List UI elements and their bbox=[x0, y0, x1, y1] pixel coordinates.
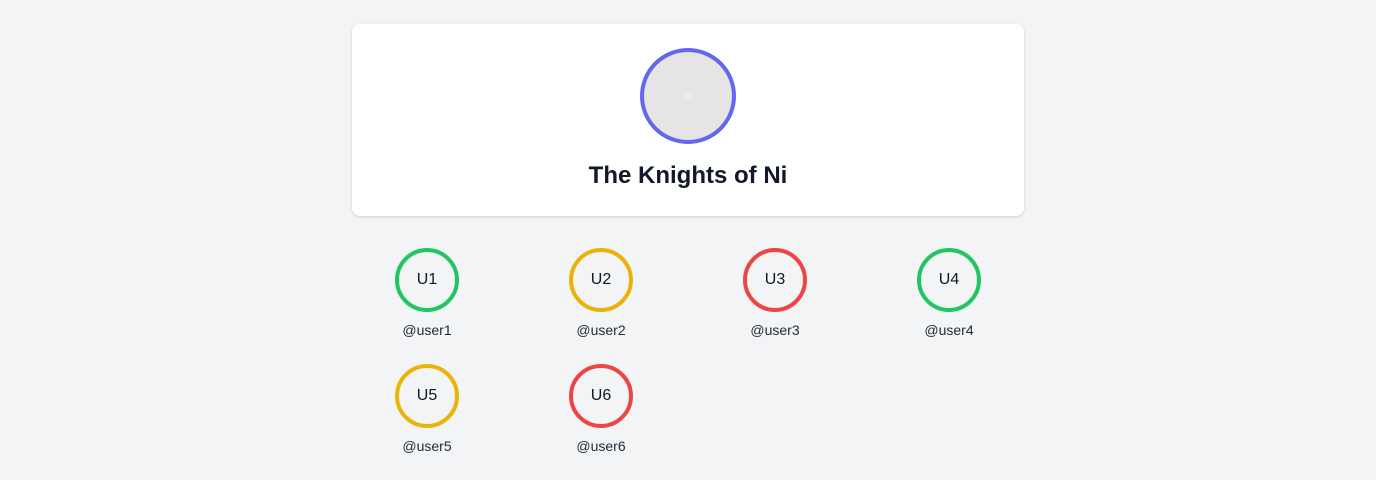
member-item[interactable]: U1 @user1 bbox=[340, 248, 514, 364]
member-avatar[interactable]: U4 bbox=[917, 248, 981, 312]
group-card: The Knights of Ni bbox=[352, 24, 1024, 216]
member-item[interactable]: U6 @user6 bbox=[514, 364, 688, 480]
member-item[interactable]: U2 @user2 bbox=[514, 248, 688, 364]
member-handle: @user6 bbox=[576, 438, 626, 454]
member-item[interactable]: U3 @user3 bbox=[688, 248, 862, 364]
member-item[interactable]: U5 @user5 bbox=[340, 364, 514, 480]
group-avatar[interactable] bbox=[640, 48, 736, 144]
member-avatar[interactable]: U1 bbox=[395, 248, 459, 312]
member-handle: @user5 bbox=[402, 438, 452, 454]
member-handle: @user2 bbox=[576, 322, 626, 338]
member-avatar[interactable]: U5 bbox=[395, 364, 459, 428]
member-item[interactable]: U4 @user4 bbox=[862, 248, 1036, 364]
member-avatar[interactable]: U3 bbox=[743, 248, 807, 312]
group-title: The Knights of Ni bbox=[588, 162, 788, 189]
member-handle: @user3 bbox=[750, 322, 800, 338]
members-grid: U1 @user1 U2 @user2 U3 @user3 U4 @user4 … bbox=[340, 248, 1036, 480]
member-avatar[interactable]: U2 bbox=[569, 248, 633, 312]
member-handle: @user4 bbox=[924, 322, 974, 338]
member-handle: @user1 bbox=[402, 322, 452, 338]
image-placeholder-icon bbox=[685, 93, 691, 99]
member-avatar[interactable]: U6 bbox=[569, 364, 633, 428]
